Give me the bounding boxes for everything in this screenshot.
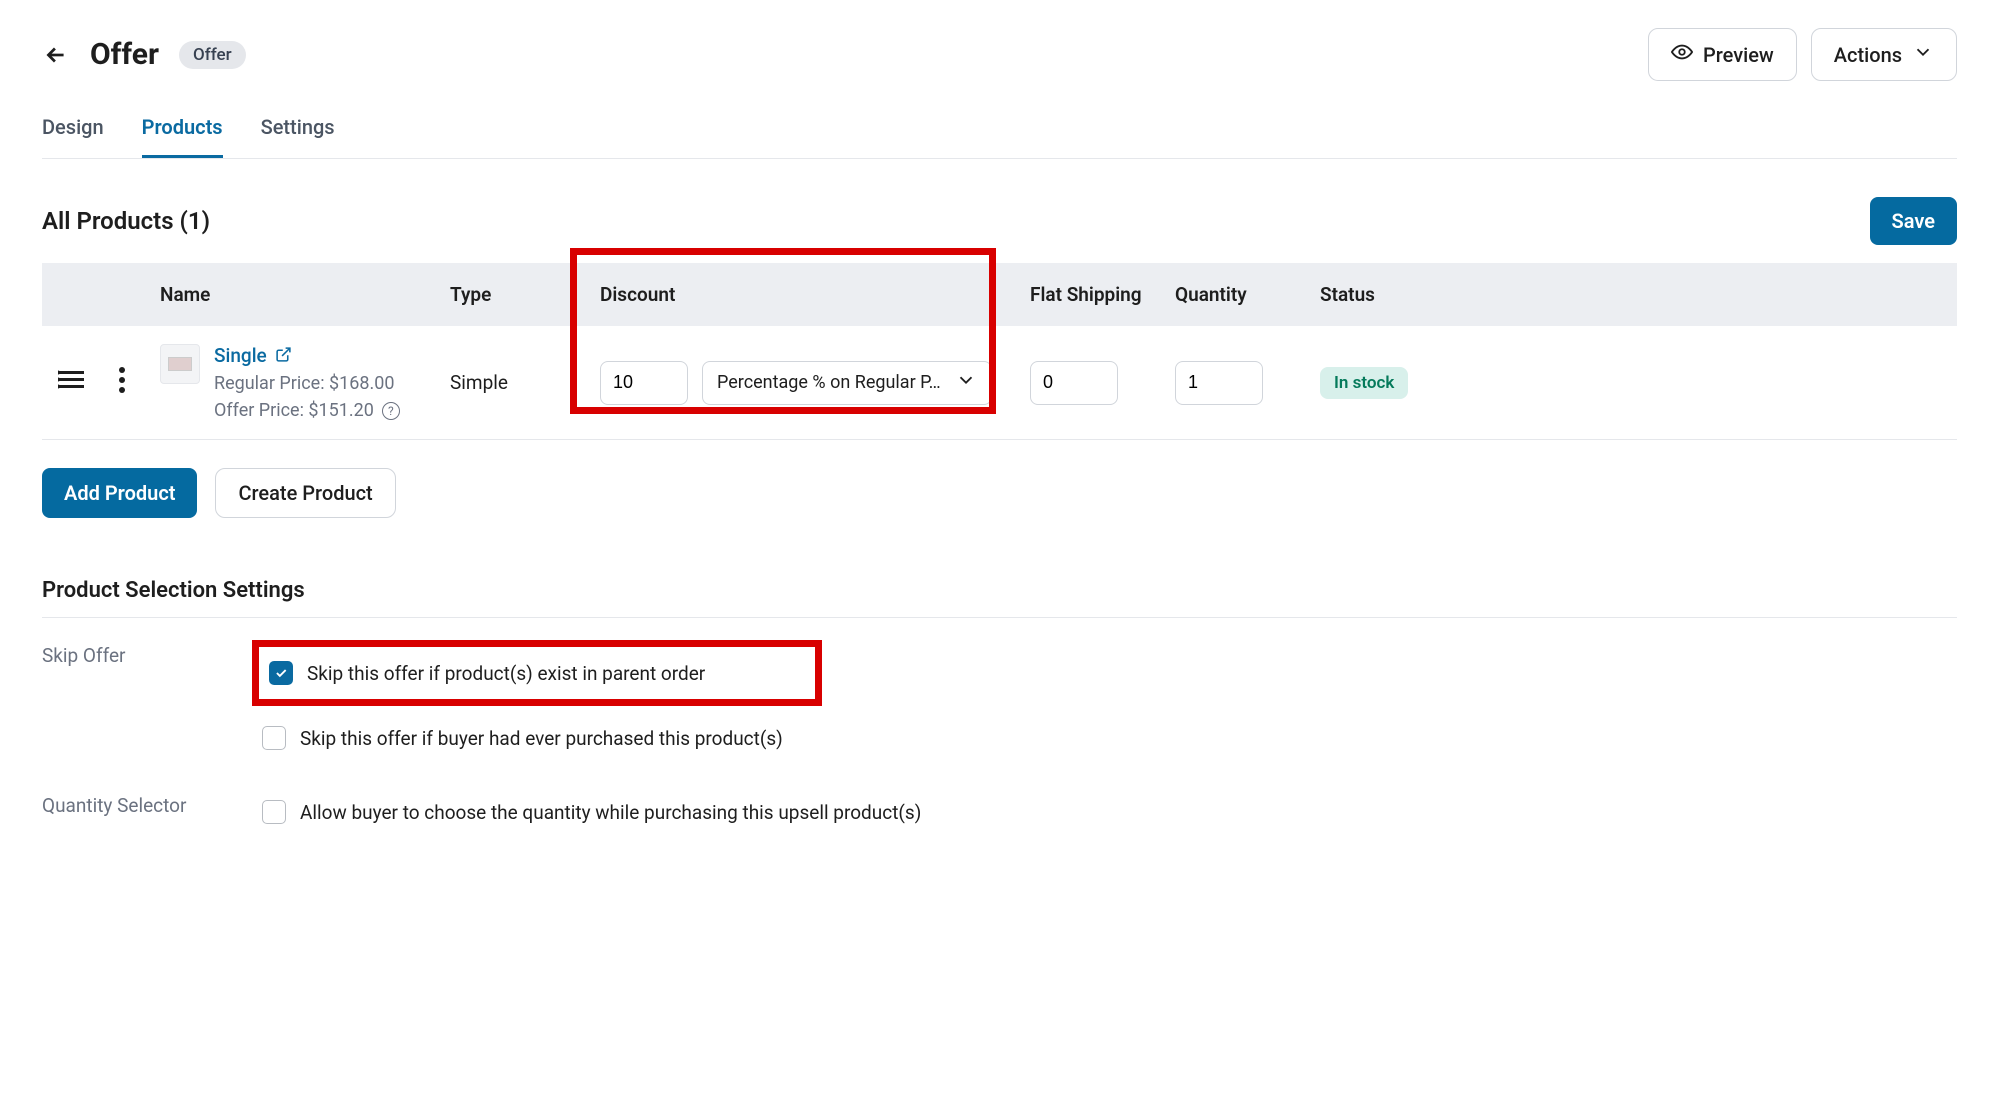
drag-handle-icon[interactable] <box>58 373 84 396</box>
annotation-skip-offer: Skip this offer if product(s) exist in p… <box>252 640 822 706</box>
regular-price: Regular Price: $168.00 <box>214 373 400 394</box>
back-arrow-icon[interactable] <box>42 41 70 69</box>
skip-purchased-checkbox[interactable] <box>262 726 286 750</box>
offer-price: Offer Price: $151.20 <box>214 400 374 421</box>
tab-design[interactable]: Design <box>42 115 104 158</box>
tabs: Design Products Settings <box>42 115 1957 159</box>
quantity-selector-checkbox[interactable] <box>262 800 286 824</box>
eye-icon <box>1671 41 1693 68</box>
preview-button-label: Preview <box>1703 43 1774 67</box>
col-type: Type <box>434 263 584 326</box>
skip-offer-label: Skip Offer <box>42 640 262 667</box>
page-title: Offer <box>90 37 159 72</box>
skip-parent-text: Skip this offer if product(s) exist in p… <box>307 662 705 685</box>
skip-parent-checkbox[interactable] <box>269 661 293 685</box>
discount-type-select[interactable]: Percentage % on Regular P… <box>702 361 992 405</box>
col-discount: Discount <box>584 263 1014 326</box>
product-link[interactable]: Single <box>214 344 292 367</box>
chevron-down-icon <box>1912 41 1934 68</box>
actions-button[interactable]: Actions <box>1811 28 1957 81</box>
flat-shipping-input[interactable] <box>1030 361 1118 405</box>
product-thumbnail <box>160 344 200 384</box>
save-button[interactable]: Save <box>1870 197 1957 245</box>
chevron-down-icon <box>955 369 977 396</box>
page-header: Offer Offer Preview Actions <box>42 28 1957 81</box>
quantity-input[interactable] <box>1175 361 1263 405</box>
products-table: Name Type Discount Flat Shipping Quantit… <box>42 263 1957 440</box>
col-name: Name <box>144 263 434 326</box>
discount-value-input[interactable] <box>600 361 688 405</box>
all-products-title: All Products (1) <box>42 207 210 235</box>
row-menu-icon[interactable] <box>119 375 125 398</box>
product-type: Simple <box>434 326 584 440</box>
help-icon[interactable]: ? <box>382 402 400 420</box>
external-link-icon <box>271 344 292 367</box>
offer-badge: Offer <box>179 41 246 69</box>
add-product-button[interactable]: Add Product <box>42 468 197 518</box>
quantity-selector-label: Quantity Selector <box>42 790 262 817</box>
quantity-selector-text: Allow buyer to choose the quantity while… <box>300 801 921 824</box>
create-product-button[interactable]: Create Product <box>215 468 395 518</box>
selection-settings-title: Product Selection Settings <box>42 578 1957 618</box>
status-badge: In stock <box>1320 367 1408 399</box>
skip-purchased-text: Skip this offer if buyer had ever purcha… <box>300 727 783 750</box>
preview-button[interactable]: Preview <box>1648 28 1797 81</box>
tab-settings[interactable]: Settings <box>261 115 335 158</box>
col-flat-shipping: Flat Shipping <box>1014 263 1159 326</box>
actions-button-label: Actions <box>1834 43 1902 67</box>
col-status: Status <box>1304 263 1957 326</box>
tab-products[interactable]: Products <box>142 115 223 158</box>
table-row: Single Regular Price: $168.00 Offer Pric… <box>42 326 1957 440</box>
col-quantity: Quantity <box>1159 263 1304 326</box>
